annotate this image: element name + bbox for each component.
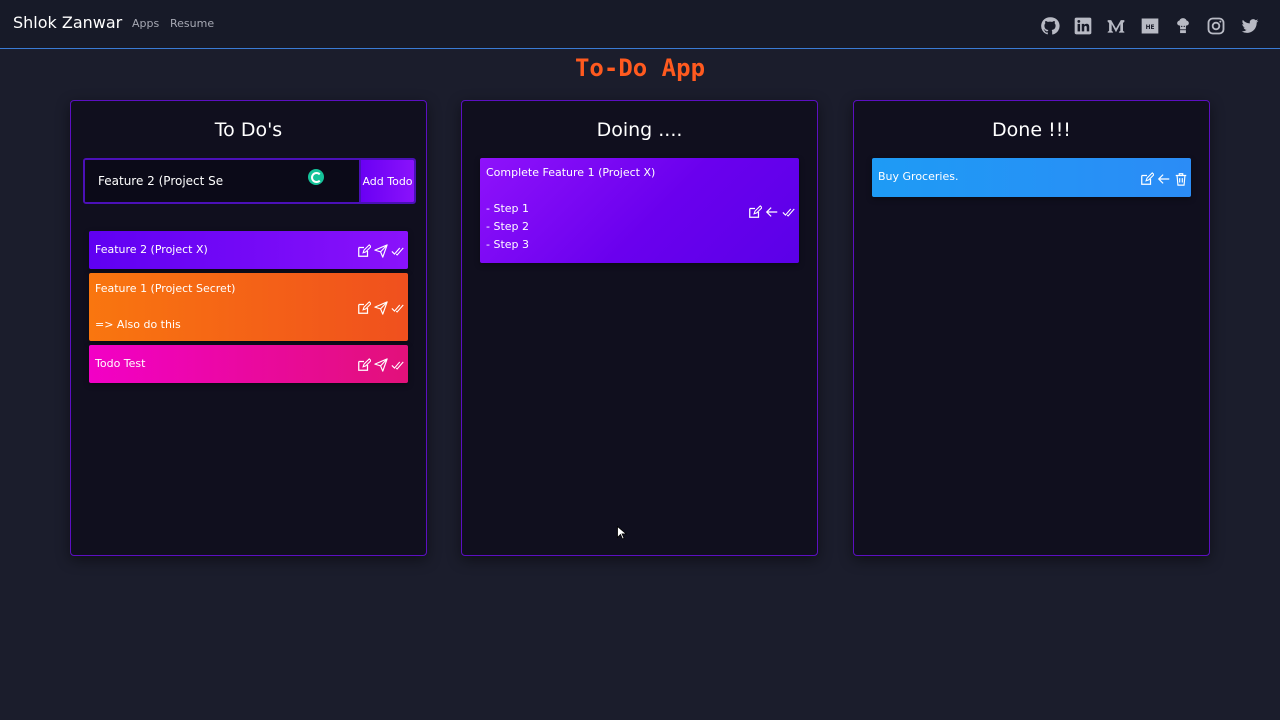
card-text: Complete Feature 1 (Project X) - Step 1 … bbox=[486, 166, 656, 251]
grammarly-icon[interactable] bbox=[308, 169, 324, 185]
edit-icon[interactable] bbox=[747, 204, 762, 219]
todo-card: Todo Test bbox=[89, 345, 408, 383]
medium-icon[interactable] bbox=[1105, 15, 1127, 37]
check-icon[interactable] bbox=[390, 243, 405, 258]
check-icon[interactable] bbox=[781, 204, 796, 219]
github-icon[interactable] bbox=[1039, 15, 1061, 37]
column-title-todo: To Do's bbox=[214, 119, 283, 141]
todo-card: Feature 1 (Project Secret) => Also do th… bbox=[89, 273, 408, 341]
trash-icon[interactable] bbox=[1173, 171, 1188, 186]
doing-card: Complete Feature 1 (Project X) - Step 1 … bbox=[480, 158, 799, 263]
column-title-done: Done !!! bbox=[992, 119, 1071, 141]
done-column: Done !!! Buy Groceries. bbox=[853, 100, 1210, 556]
done-card: Buy Groceries. bbox=[872, 158, 1191, 197]
edit-icon[interactable] bbox=[1139, 171, 1154, 186]
todo-card: Feature 2 (Project X) bbox=[89, 231, 408, 269]
arrow-left-icon[interactable] bbox=[1156, 171, 1171, 186]
linkedin-icon[interactable] bbox=[1072, 15, 1094, 37]
card-text: Feature 2 (Project X) bbox=[95, 243, 208, 256]
check-icon[interactable] bbox=[390, 300, 405, 315]
edit-icon[interactable] bbox=[356, 243, 371, 258]
card-text: Todo Test bbox=[95, 357, 146, 370]
check-icon[interactable] bbox=[390, 357, 405, 372]
arrow-left-icon[interactable] bbox=[764, 204, 779, 219]
send-icon[interactable] bbox=[373, 243, 388, 258]
brand-name[interactable]: Shlok Zanwar bbox=[13, 13, 122, 32]
instagram-icon[interactable] bbox=[1205, 15, 1227, 37]
edit-icon[interactable] bbox=[356, 357, 371, 372]
svg-text:HE: HE bbox=[1146, 25, 1155, 31]
twitter-icon[interactable] bbox=[1239, 15, 1261, 37]
doing-column: Doing .... Complete Feature 1 (Project X… bbox=[461, 100, 818, 556]
send-icon[interactable] bbox=[373, 357, 388, 372]
hackerearth-icon[interactable]: HE bbox=[1139, 15, 1161, 37]
card-text: Feature 1 (Project Secret) => Also do th… bbox=[95, 282, 236, 331]
send-icon[interactable] bbox=[373, 300, 388, 315]
mouse-cursor-icon bbox=[617, 526, 627, 540]
navbar: Shlok Zanwar Apps Resume HE bbox=[0, 0, 1280, 49]
nav-link-apps[interactable]: Apps bbox=[132, 17, 159, 30]
page-title: To-Do App bbox=[574, 54, 706, 82]
todo-input-group: Add Todo bbox=[83, 158, 416, 204]
nav-link-resume[interactable]: Resume bbox=[170, 17, 214, 30]
column-title-doing: Doing .... bbox=[596, 119, 683, 141]
add-todo-button[interactable]: Add Todo bbox=[361, 160, 414, 202]
edit-icon[interactable] bbox=[356, 300, 371, 315]
card-text: Buy Groceries. bbox=[878, 170, 959, 183]
todo-column: To Do's Add Todo Feature 2 (Project X) F… bbox=[70, 100, 427, 556]
chef-icon[interactable] bbox=[1172, 15, 1194, 37]
